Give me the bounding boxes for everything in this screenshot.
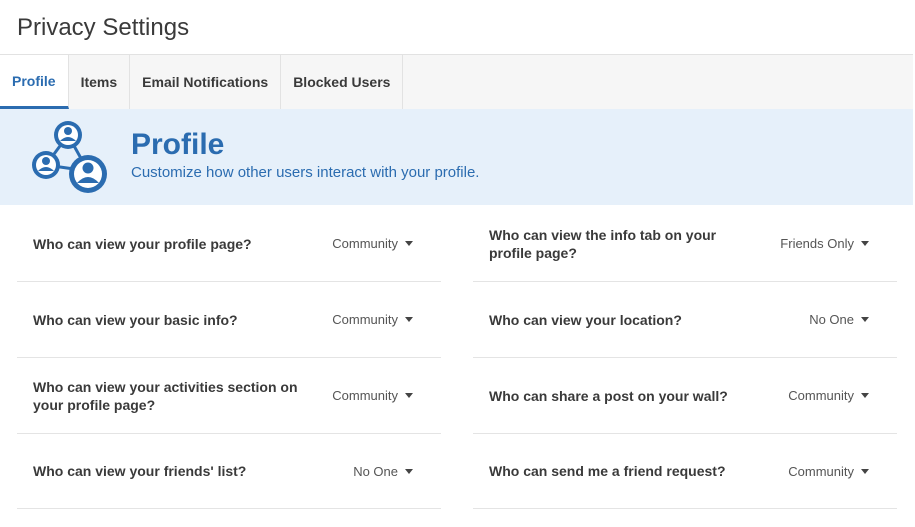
- setting-dropdown[interactable]: Community: [332, 312, 413, 327]
- setting-question: Who can share a post on your wall?: [489, 387, 728, 404]
- caret-down-icon: [405, 393, 413, 398]
- setting-question: Who can view your location?: [489, 311, 682, 328]
- setting-question: Who can view your friends' list?: [33, 463, 247, 479]
- setting-value: Friends Only: [780, 236, 854, 251]
- setting-row-info-tab: Who can view the info tab on your profil…: [473, 206, 897, 282]
- section-title: Profile: [131, 128, 225, 161]
- setting-dropdown[interactable]: Friends Only: [780, 236, 869, 251]
- caret-down-icon: [861, 317, 869, 322]
- setting-dropdown[interactable]: No One: [809, 312, 869, 327]
- setting-row-profile-page: Who can view your profile page? Communit…: [17, 206, 441, 282]
- caret-down-icon: [861, 468, 869, 474]
- settings-grid: Who can view your profile page? Communit…: [17, 206, 897, 509]
- setting-value: Community: [788, 388, 854, 403]
- tab-email-notifications[interactable]: Email Notifications: [130, 55, 282, 109]
- tab-blocked-users[interactable]: Blocked Users: [281, 55, 404, 109]
- setting-value: Community: [332, 312, 398, 327]
- users-network-icon: [32, 121, 107, 193]
- setting-row-friends-list: Who can view your friends' list? No One: [17, 434, 441, 509]
- tab-profile[interactable]: Profile: [0, 55, 69, 109]
- setting-value: No One: [809, 312, 854, 327]
- setting-value: Community: [332, 236, 398, 251]
- tab-bar: Profile Items Email Notifications Blocke…: [0, 54, 913, 110]
- setting-question: Who can view the info tab on your profil…: [489, 226, 717, 261]
- profile-header-banner: Profile Customize how other users intera…: [0, 109, 913, 205]
- setting-question: Who can view your activities section on …: [33, 378, 298, 413]
- setting-dropdown[interactable]: No One: [353, 464, 413, 479]
- setting-dropdown[interactable]: Community: [788, 388, 869, 403]
- setting-question: Who can view your profile page?: [33, 235, 252, 252]
- setting-dropdown[interactable]: Community: [788, 464, 869, 479]
- setting-value: Community: [332, 388, 398, 403]
- setting-dropdown[interactable]: Community: [332, 388, 413, 403]
- setting-row-location: Who can view your location? No One: [473, 282, 897, 358]
- caret-down-icon: [861, 393, 869, 398]
- caret-down-icon: [405, 317, 413, 322]
- setting-row-basic-info: Who can view your basic info? Community: [17, 282, 441, 358]
- setting-value: Community: [788, 463, 854, 479]
- caret-down-icon: [405, 468, 413, 474]
- setting-row-friend-request: Who can send me a friend request? Commun…: [473, 434, 897, 509]
- setting-row-share-post: Who can share a post on your wall? Commu…: [473, 358, 897, 434]
- caret-down-icon: [405, 241, 413, 246]
- caret-down-icon: [861, 241, 869, 246]
- section-subtitle: Customize how other users interact with …: [131, 164, 480, 181]
- setting-question: Who can view your basic info?: [33, 311, 238, 328]
- page-title: Privacy Settings: [17, 14, 190, 41]
- tab-items[interactable]: Items: [69, 55, 131, 109]
- setting-value: No One: [353, 463, 398, 479]
- setting-question: Who can send me a friend request?: [489, 463, 726, 479]
- setting-row-activities: Who can view your activities section on …: [17, 358, 441, 434]
- setting-dropdown[interactable]: Community: [332, 236, 413, 251]
